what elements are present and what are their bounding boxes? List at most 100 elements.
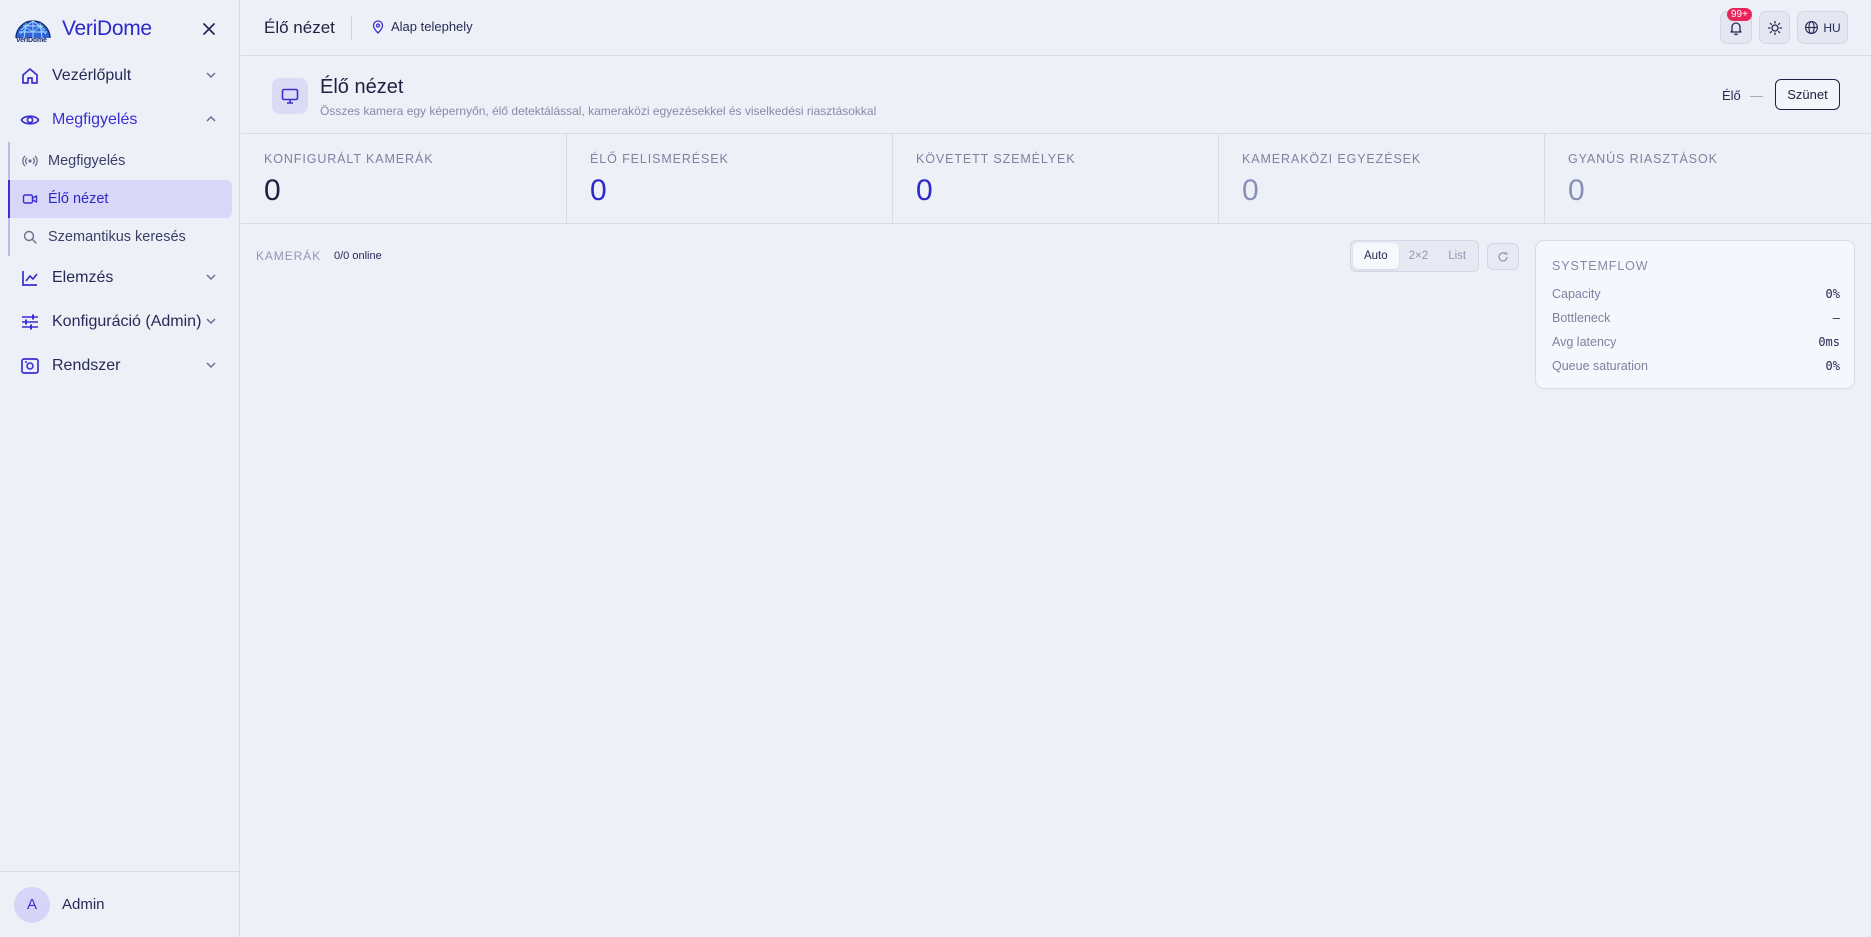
pause-button[interactable]: Szünet (1775, 79, 1840, 110)
systemflow-row: Bottleneck — (1552, 311, 1840, 325)
systemflow-value: 0% (1825, 287, 1840, 301)
chevron-down-icon (206, 318, 216, 325)
theme-toggle-button[interactable] (1759, 11, 1790, 44)
nav-group-system[interactable]: Rendszer (0, 344, 240, 388)
nav-group-dashboard[interactable]: Vezérlőpult (0, 54, 240, 98)
systemflow-key: Avg latency (1552, 335, 1617, 349)
globe-icon (1805, 21, 1819, 34)
page-title: Élő nézet (320, 76, 404, 98)
nav-group-label: Megfigyelés (52, 111, 138, 128)
stat-label: Kameraközi egyezések (1242, 152, 1422, 166)
site-selector[interactable]: Alap telephely (371, 19, 473, 34)
user-profile[interactable]: A Admin (0, 871, 240, 937)
eye-icon (20, 110, 40, 130)
search-icon (22, 229, 38, 245)
view-list-button[interactable]: List (1438, 243, 1476, 269)
systemflow-value: 0% (1825, 359, 1840, 373)
close-sidebar-button[interactable] (198, 18, 220, 40)
system-icon (20, 356, 40, 376)
sidebar-item-label: Élő nézet (48, 191, 109, 207)
map-pin-icon (372, 19, 384, 34)
sidebar-nav: Vezérlőpult Megfigyelés Megfigyelés Élő (0, 54, 240, 388)
sliders-icon (20, 312, 40, 332)
bell-icon (1730, 21, 1742, 35)
nav-group-analysis[interactable]: Elemzés (0, 256, 240, 300)
stat-configured-cameras: Konfigurált kamerák 0 (241, 134, 567, 224)
language-button[interactable]: HU (1797, 11, 1848, 44)
systemflow-key: Capacity (1552, 287, 1601, 301)
notifications-button[interactable]: 99+ (1720, 8, 1752, 44)
stat-value: 0 (264, 174, 281, 207)
broadcast-icon (22, 153, 38, 169)
stat-value: 0 (590, 174, 607, 207)
topbar: Élő nézet Alap telephely 99+ HU (241, 0, 1871, 56)
chevron-down-icon (206, 362, 216, 369)
stat-suspicious-alerts: Gyanús riasztások 0 (1545, 134, 1871, 224)
topbar-title: Élő nézet (264, 18, 335, 37)
avatar: A (14, 886, 50, 923)
stat-cross-camera-matches: Kameraközi egyezések 0 (1219, 134, 1545, 224)
nav-group-label: Elemzés (52, 269, 114, 286)
page-subtitle: Összes kamera egy képernyőn, élő detektá… (320, 104, 877, 118)
nav-group-label: Vezérlőpult (52, 67, 132, 84)
chevron-down-icon (206, 72, 216, 79)
user-name: Admin (62, 896, 105, 913)
stat-value: 0 (1242, 174, 1259, 207)
live-status-label: Élő (1722, 88, 1741, 103)
view-auto-button[interactable]: Auto (1353, 243, 1399, 269)
systemflow-title: SYSTEMFLOW (1552, 259, 1649, 273)
cameras-online-count: 0/0 online (334, 250, 382, 262)
monitor-icon (272, 78, 308, 114)
systemflow-row: Capacity 0% (1552, 287, 1840, 301)
nav-group-label: Konfiguráció (Admin) (52, 313, 202, 330)
sidebar-item-label: Szemantikus keresés (48, 229, 186, 245)
monitoring-submenu: Megfigyelés Élő nézet Szemantikus keresé… (8, 142, 240, 256)
site-label: Alap telephely (391, 19, 473, 34)
systemflow-value: — (1832, 311, 1840, 325)
sidebar-item-live-view[interactable]: Élő nézet (10, 180, 232, 218)
home-icon (20, 66, 40, 86)
stat-value: 0 (916, 174, 933, 207)
refresh-button[interactable] (1487, 243, 1519, 270)
stat-label: Gyanús riasztások (1568, 152, 1718, 166)
systemflow-key: Queue saturation (1552, 359, 1648, 373)
stat-tracked-persons: Követett személyek 0 (893, 134, 1219, 224)
sun-icon (1767, 20, 1782, 35)
view-2x2-button[interactable]: 2×2 (1399, 243, 1439, 269)
sidebar: VeriDome VeriDome Vezérlőpult Megfigyelé… (0, 0, 240, 937)
notification-badge: 99+ (1727, 8, 1752, 21)
sidebar-item-monitoring[interactable]: Megfigyelés (10, 142, 232, 180)
nav-group-label: Rendszer (52, 357, 121, 374)
chevron-down-icon (206, 274, 216, 281)
live-status-value: — (1750, 88, 1763, 103)
divider (351, 16, 352, 40)
nav-group-monitoring[interactable]: Megfigyelés (0, 98, 240, 142)
systemflow-key: Bottleneck (1552, 311, 1611, 325)
systemflow-row: Queue saturation 0% (1552, 359, 1840, 373)
logo-subtext: VeriDome (16, 37, 47, 44)
systemflow-value: 0ms (1818, 335, 1840, 349)
systemflow-card: SYSTEMFLOW Capacity 0% Bottleneck — Avg … (1535, 240, 1855, 389)
sidebar-item-semantic-search[interactable]: Szemantikus keresés (10, 218, 232, 256)
refresh-icon (1498, 251, 1508, 261)
stat-label: Konfigurált kamerák (264, 152, 434, 166)
stat-label: Élő felismerések (590, 152, 729, 166)
language-label: HU (1823, 20, 1841, 35)
page-header: Élő nézet Összes kamera egy képernyőn, é… (241, 57, 1871, 134)
stat-label: Követett személyek (916, 152, 1076, 166)
nav-group-config[interactable]: Konfiguráció (Admin) (0, 300, 240, 344)
brand[interactable]: VeriDome VeriDome (14, 10, 226, 48)
close-icon (203, 23, 215, 35)
stat-live-recognitions: Élő felismerések 0 (567, 134, 893, 224)
line-chart-icon (20, 268, 40, 288)
cameras-section-label: KAMERÁK (256, 249, 321, 263)
systemflow-row: Avg latency 0ms (1552, 335, 1840, 349)
brand-name: VeriDome (62, 17, 152, 40)
veridome-logo: VeriDome (14, 10, 52, 48)
stats-row: Konfigurált kamerák 0 Élő felismerések 0… (241, 134, 1871, 224)
sidebar-item-label: Megfigyelés (48, 153, 126, 169)
stat-value: 0 (1568, 174, 1585, 207)
view-mode-toggle: Auto 2×2 List (1350, 240, 1479, 272)
chevron-up-icon (206, 115, 216, 122)
video-camera-icon (22, 191, 38, 207)
